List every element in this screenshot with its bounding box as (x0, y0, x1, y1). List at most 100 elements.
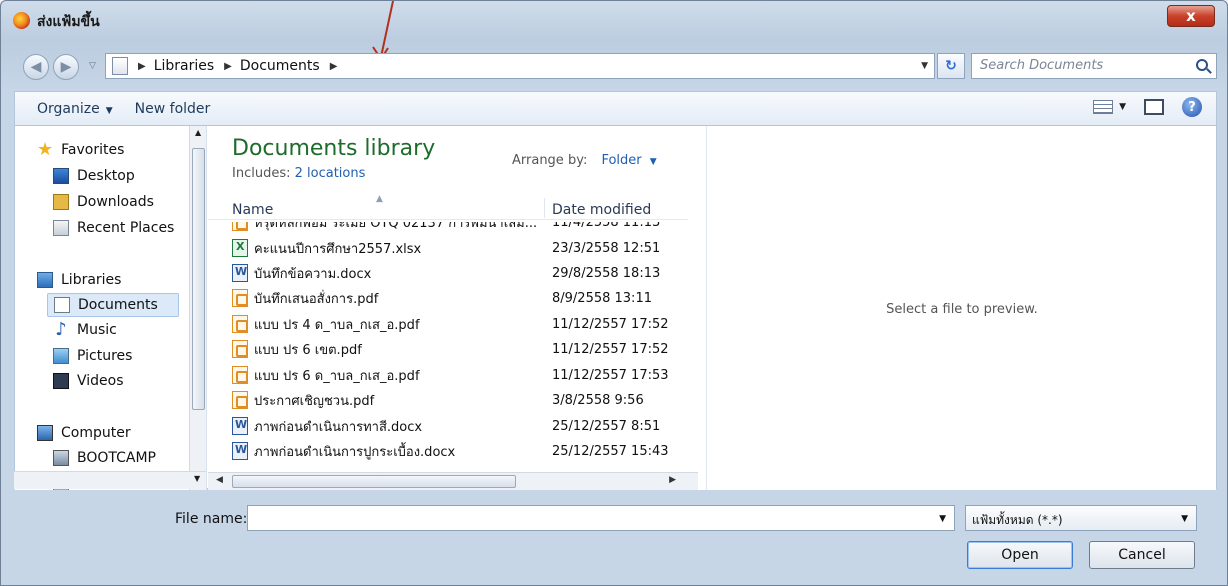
navigation-horizontal-scrollbar[interactable]: ▼ (14, 471, 206, 489)
sidebar-item-label: BOOTCAMP (77, 450, 157, 466)
sidebar-item-label: Computer (61, 425, 131, 441)
sidebar-item-label: Videos (77, 373, 124, 389)
sidebar-item-computer[interactable]: Computer (37, 421, 131, 445)
sidebar-item-downloads[interactable]: Downloads (53, 190, 154, 214)
chevron-down-icon: ▼ (105, 105, 113, 116)
file-date: 8/9/2558 13:11 (552, 291, 652, 306)
sidebar-item-videos[interactable]: Videos (53, 369, 124, 393)
column-header-date-modified[interactable]: Date modified (552, 202, 651, 218)
sidebar-item-libraries[interactable]: Libraries (37, 268, 121, 292)
locations-link[interactable]: 2 locations (295, 166, 366, 181)
file-name: แบบ ปร 4 ด_าบล_กเส_อ.pdf (254, 318, 420, 333)
scroll-right-icon[interactable]: ▶ (669, 475, 676, 485)
search-input[interactable]: Search Documents (971, 53, 1217, 79)
file-row[interactable]: ประกาศเชิญชวน.pdf 3/8/2558 9:56 (208, 388, 688, 413)
file-name: ภาพก่อนดำเนินการปูกระเบื้อง.docx (254, 445, 456, 460)
sidebar-item-favorites[interactable]: ★ Favorites (37, 138, 124, 162)
file-name-input[interactable]: ▼ (247, 505, 955, 531)
file-row[interactable]: คะแนนปีการศึกษา2557.xlsx 23/3/2558 12:51 (208, 236, 688, 261)
change-view-button[interactable]: ▼ (1093, 100, 1126, 114)
sidebar-item-label: Libraries (61, 272, 122, 288)
recent-places-icon (53, 220, 69, 236)
scroll-left-icon[interactable]: ◀ (216, 475, 223, 485)
breadcrumb-separator-icon[interactable]: ▶ (224, 61, 232, 72)
star-icon: ★ (37, 139, 54, 160)
chevron-down-icon[interactable]: ▼ (650, 157, 657, 167)
back-button[interactable]: ◀ (23, 54, 49, 80)
file-row[interactable]: บันทึกข้อความ.docx 29/8/2558 18:13 (208, 261, 688, 286)
column-header-name[interactable]: Name (232, 202, 273, 218)
file-name-label: File name: (175, 511, 248, 527)
chevron-down-icon[interactable]: ▼ (939, 514, 946, 524)
cancel-button[interactable]: Cancel (1089, 541, 1195, 569)
column-divider[interactable] (544, 198, 545, 218)
file-date: 11/4/2558 11:13 (552, 222, 661, 230)
dialog-content: ★ Favorites Desktop Downloads Recent Pla… (14, 125, 1217, 490)
file-name: คะแนนปีการศึกษา2557.xlsx (254, 242, 422, 257)
file-name: ภาพก่อนดำเนินการทาสี.docx (254, 420, 423, 435)
scroll-up-icon[interactable]: ▲ (195, 128, 201, 137)
pdf-file-icon (232, 366, 248, 384)
arrange-by: Arrange by: Folder ▼ (512, 153, 657, 168)
file-type-value: แฟ้มทั้งหมด (*.*) (972, 513, 1063, 527)
scrollbar-thumb[interactable] (232, 475, 516, 488)
excel-file-icon (232, 239, 248, 257)
file-name: แบบ ปร 6 ด_าบล_กเส_อ.pdf (254, 369, 420, 384)
file-row[interactable]: แบบ ปร 6 ด_าบล_กเส_อ.pdf 11/12/2557 17:5… (208, 363, 688, 388)
sidebar-item-desktop[interactable]: Desktop (53, 164, 135, 188)
arrange-by-dropdown[interactable]: Folder (601, 153, 641, 168)
sidebar-item-label: Downloads (77, 194, 154, 210)
file-date: 23/3/2558 12:51 (552, 241, 661, 256)
forward-button[interactable]: ▶ (53, 54, 79, 80)
folder-location-icon (112, 57, 128, 75)
breadcrumb-documents[interactable]: Documents (240, 58, 320, 74)
file-row[interactable]: หรุดหลักพอม ระเมย OTQ 02137 การพมนาเลม..… (208, 222, 688, 235)
sidebar-item-music[interactable]: ♪ Music (53, 318, 117, 342)
file-list-horizontal-scrollbar[interactable]: ◀ ▶ (208, 472, 698, 490)
sidebar-item-pictures[interactable]: Pictures (53, 344, 132, 368)
file-row[interactable]: แบบ ปร 4 ด_าบล_กเส_อ.pdf 11/12/2557 17:5… (208, 312, 688, 337)
scrollbar-thumb[interactable] (192, 148, 205, 410)
file-type-select[interactable]: แฟ้มทั้งหมด (*.*) ▼ (965, 505, 1197, 531)
refresh-button[interactable]: ↻ (937, 53, 965, 79)
address-bar[interactable]: ▶ Libraries ▶ Documents ▶ ▼ (105, 53, 935, 79)
open-button[interactable]: Open (967, 541, 1073, 569)
file-name: บันทึกเสนอสั่งการ.pdf (254, 292, 379, 307)
sidebar-item-documents[interactable]: Documents (47, 293, 179, 317)
organize-menu[interactable]: Organize ▼ (37, 101, 113, 117)
navigation-pane: ★ Favorites Desktop Downloads Recent Pla… (15, 126, 207, 490)
sidebar-item-label: Documents (78, 297, 158, 313)
address-dropdown-icon[interactable]: ▼ (921, 61, 928, 71)
pdf-file-icon (232, 315, 248, 333)
pdf-file-icon (232, 391, 248, 409)
breadcrumb-separator-icon[interactable]: ▶ (330, 61, 338, 72)
file-row[interactable]: แบบ ปร 6 เขต.pdf 11/12/2557 17:52 (208, 337, 688, 362)
refresh-icon: ↻ (945, 58, 957, 74)
includes-label: Includes: (232, 166, 291, 181)
word-file-icon (232, 417, 248, 435)
scroll-down-icon[interactable]: ▼ (194, 474, 200, 483)
file-row[interactable]: บันทึกเสนอสั่งการ.pdf 8/9/2558 13:11 (208, 286, 688, 311)
file-date: 11/12/2557 17:53 (552, 368, 669, 383)
file-row[interactable]: ภาพก่อนดำเนินการทาสี.docx 25/12/2557 8:5… (208, 414, 688, 439)
navigation-scrollbar[interactable]: ▲ ▼ (189, 126, 206, 490)
preview-pane-toggle-icon[interactable] (1144, 99, 1164, 115)
file-row[interactable]: ภาพก่อนดำเนินการปูกระเบื้อง.docx 25/12/2… (208, 439, 688, 464)
new-folder-button[interactable]: New folder (135, 101, 211, 117)
breadcrumb-separator-icon[interactable]: ▶ (138, 61, 146, 72)
sidebar-item-bootcamp[interactable]: BOOTCAMP (53, 446, 156, 470)
column-header-row: ▲ Name Date modified (208, 194, 688, 220)
search-placeholder: Search Documents (980, 58, 1104, 73)
breadcrumb-libraries[interactable]: Libraries (154, 58, 214, 74)
search-icon[interactable] (1196, 59, 1208, 71)
sidebar-item-recent-places[interactable]: Recent Places (53, 216, 174, 240)
libraries-icon (37, 272, 53, 288)
close-button[interactable]: x (1167, 5, 1215, 27)
history-dropdown-icon[interactable]: ▽ (89, 61, 96, 71)
downloads-icon (53, 194, 69, 210)
file-upload-dialog: ส่งแฟ้มขึ้น x ◀ ▶ ▽ ▶ Libraries ▶ Docume… (0, 0, 1228, 586)
sidebar-item-label: Music (77, 322, 117, 338)
pdf-file-icon (232, 289, 248, 307)
window-title: ส่งแฟ้มขึ้น (37, 14, 100, 30)
help-icon[interactable]: ? (1182, 97, 1202, 117)
